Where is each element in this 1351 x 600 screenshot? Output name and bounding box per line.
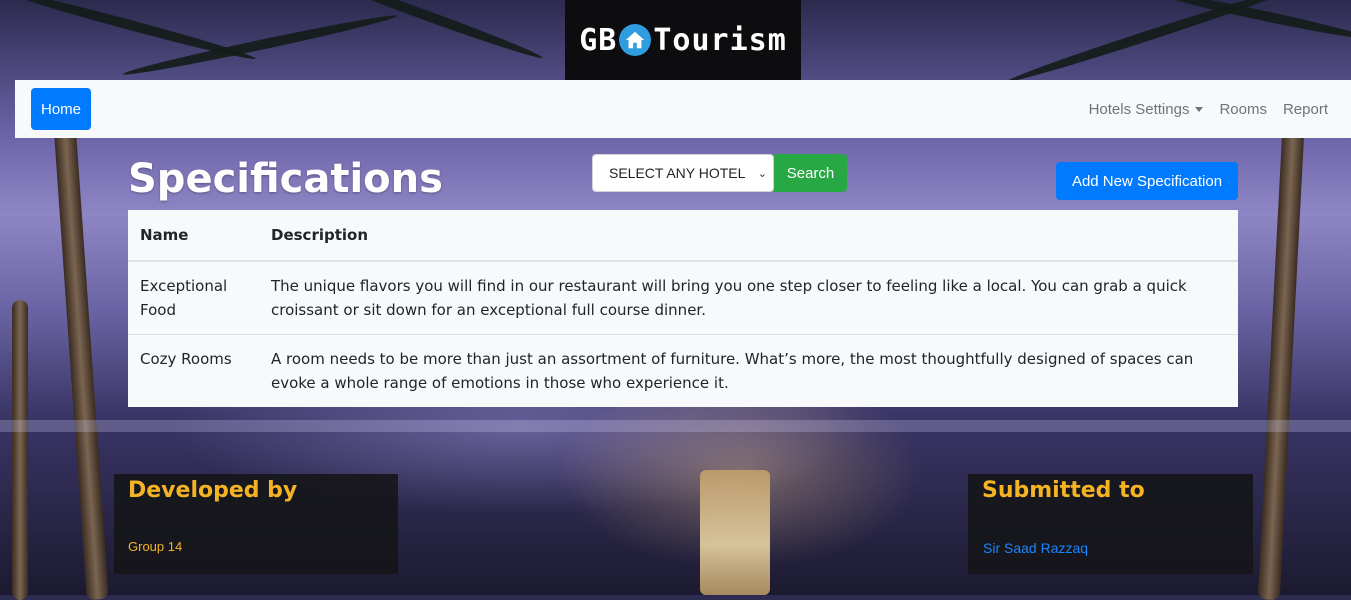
add-specification-button[interactable]: Add New Specification bbox=[1056, 162, 1238, 200]
column-header-name: Name bbox=[128, 210, 259, 262]
nav-rooms[interactable]: Rooms bbox=[1219, 101, 1267, 118]
spec-name: Cozy Rooms bbox=[128, 334, 259, 407]
submitted-to-panel: Submitted to Sir Saad Razzaq bbox=[968, 474, 1253, 574]
developed-by-value: Group 14 bbox=[128, 539, 183, 554]
submitted-to-title: Submitted to bbox=[982, 478, 1145, 503]
table-row: Exceptional Food The unique flavors you … bbox=[128, 260, 1238, 335]
page-title: Specifications bbox=[128, 156, 443, 202]
table-row: Cozy Rooms A room needs to be more than … bbox=[128, 334, 1238, 407]
spec-description: A room needs to be more than just an ass… bbox=[259, 334, 1238, 407]
brand-logo[interactable]: GB Tourism bbox=[565, 0, 801, 80]
home-button[interactable]: Home bbox=[31, 88, 91, 130]
nav-hotels-settings-dropdown[interactable]: Hotels Settings bbox=[1089, 101, 1204, 118]
nav-report[interactable]: Report bbox=[1283, 101, 1328, 118]
specifications-table: Name Description Exceptional Food The un… bbox=[128, 210, 1238, 407]
column-header-description: Description bbox=[259, 210, 1238, 262]
hotel-select[interactable]: SELECT ANY HOTEL ⌄ bbox=[592, 154, 774, 192]
house-icon bbox=[619, 24, 652, 56]
table-header-row: Name Description bbox=[128, 210, 1238, 262]
developed-by-panel: Developed by Group 14 bbox=[114, 474, 398, 574]
hotel-select-value: SELECT ANY HOTEL bbox=[609, 165, 746, 181]
navbar: Home Hotels Settings Rooms Report bbox=[15, 80, 1351, 138]
spec-name: Exceptional Food bbox=[128, 260, 259, 335]
chevron-down-icon: ⌄ bbox=[757, 167, 767, 180]
submitted-to-link[interactable]: Sir Saad Razzaq bbox=[983, 540, 1088, 556]
search-button[interactable]: Search bbox=[774, 154, 847, 192]
caret-down-icon bbox=[1195, 106, 1204, 112]
brand-text-left: GB bbox=[579, 22, 618, 58]
spec-description: The unique flavors you will find in our … bbox=[259, 260, 1238, 335]
developed-by-title: Developed by bbox=[128, 478, 298, 503]
nav-hotels-settings-label: Hotels Settings bbox=[1088, 100, 1190, 118]
brand-text-right: Tourism bbox=[653, 22, 787, 58]
nav-links: Hotels Settings Rooms Report bbox=[1089, 80, 1328, 138]
